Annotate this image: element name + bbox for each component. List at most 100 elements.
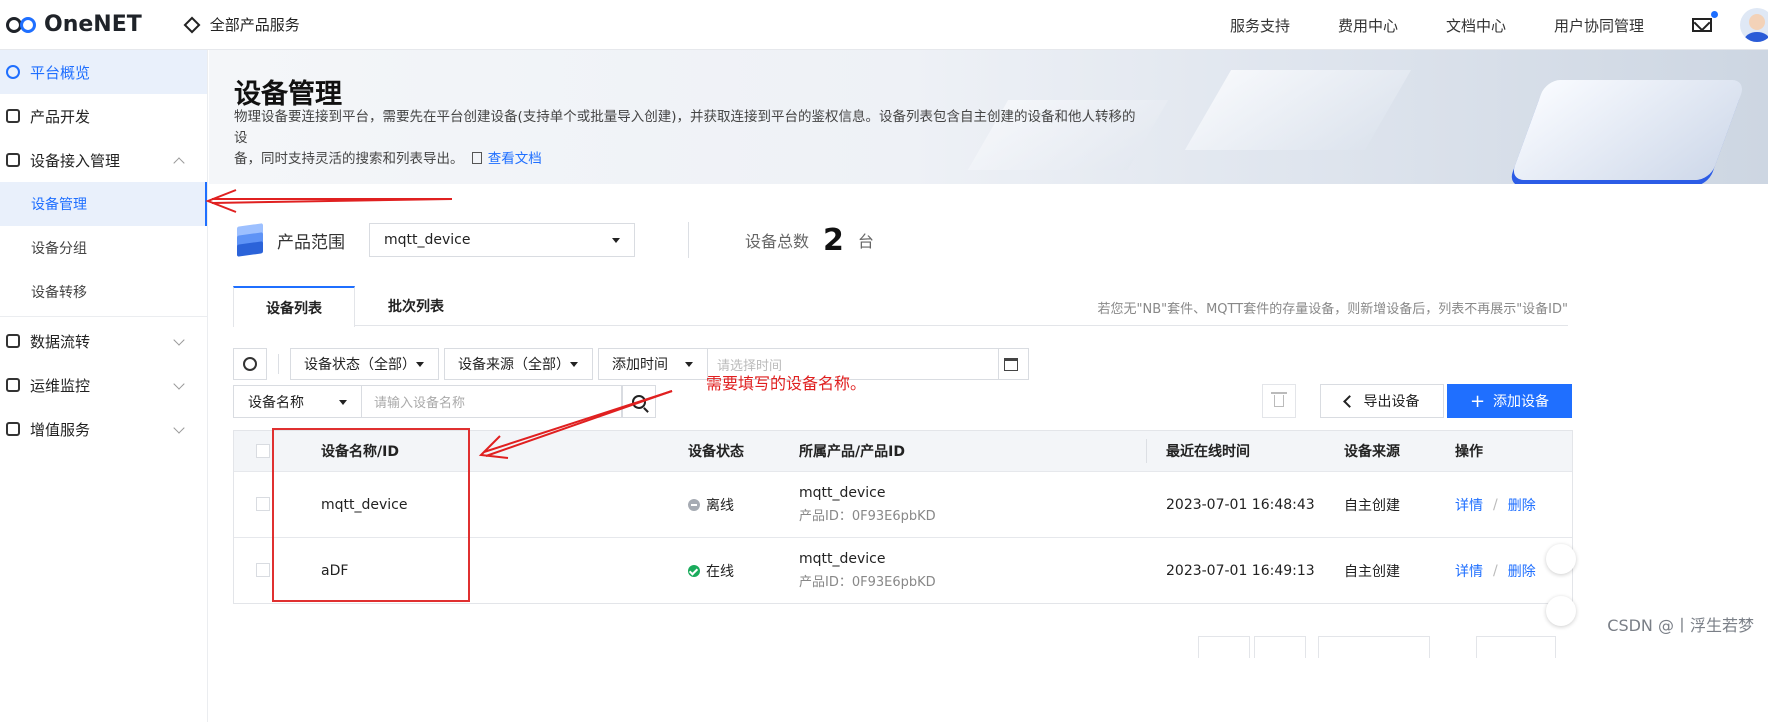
chevron-down-icon	[173, 378, 185, 390]
batch-delete-button[interactable]	[1262, 384, 1296, 418]
device-total-unit: 台	[857, 232, 874, 251]
view-docs-link[interactable]: 查看文档	[488, 151, 542, 167]
row-checkbox[interactable]	[256, 497, 270, 511]
device-total: 设备总数 2 台	[745, 222, 874, 258]
delete-link[interactable]: 删除	[1508, 561, 1536, 581]
nav-billing-center[interactable]: 费用中心	[1338, 15, 1398, 36]
device-status-text: 在线	[706, 563, 734, 580]
nav-docs-center[interactable]: 文档中心	[1446, 15, 1506, 36]
nav-user-collab[interactable]: 用户协同管理	[1554, 15, 1644, 36]
sidebar-subitem-device-group[interactable]: 设备分组	[0, 226, 207, 270]
caret-down-icon	[612, 238, 620, 243]
action-separator: /	[1493, 562, 1498, 579]
banner-decoration	[1184, 70, 1412, 150]
sidebar-item-label: 平台概览	[30, 63, 91, 82]
col-header-status: 设备状态	[688, 444, 744, 460]
tab-device-list[interactable]: 设备列表	[233, 286, 355, 327]
product-id: 产品ID：0F93E6pbKD	[799, 575, 936, 590]
device-product: mqtt_device 产品ID：0F93E6pbKD	[799, 538, 936, 603]
top-bar: OneNET 全部产品服务 服务支持 费用中心 文档中心 用户协同管理	[0, 0, 1768, 50]
search-button[interactable]	[622, 385, 656, 418]
export-devices-button[interactable]: 导出设备	[1320, 384, 1444, 418]
page-size-select[interactable]	[1318, 636, 1430, 658]
product-scope-value: mqtt_device	[384, 232, 471, 248]
divider	[278, 354, 279, 374]
product-name: mqtt_device	[799, 551, 886, 567]
device-icon	[6, 153, 20, 167]
device-product: mqtt_device 产品ID：0F93E6pbKD	[799, 472, 936, 537]
trash-icon	[1271, 392, 1287, 407]
sidebar-divider	[0, 316, 207, 317]
sidebar-item-label: 数据流转	[30, 332, 91, 351]
add-device-label: 添加设备	[1493, 394, 1550, 410]
page-description: 物理设备要连接到平台，需要先在平台创建设备(支持单个或批量导入创建)，并获取连接…	[234, 107, 1149, 170]
sidebar-subitem-device-transfer[interactable]: 设备转移	[0, 270, 207, 314]
device-status-filter-value: 设备状态（全部）	[304, 357, 416, 373]
time-type-select[interactable]: 添加时间	[598, 348, 708, 380]
caret-down-icon	[416, 362, 424, 367]
tab-batch-list[interactable]: 批次列表	[355, 286, 477, 326]
overview-icon	[6, 65, 20, 79]
help-button[interactable]	[1546, 596, 1576, 626]
highlight-box	[272, 428, 470, 602]
page-jump-input[interactable]	[1476, 636, 1556, 658]
sidebar-item-dataflow[interactable]: 数据流转	[0, 319, 207, 363]
product-id: 产品ID：0F93E6pbKD	[799, 509, 936, 524]
col-header-product: 所属产品/产品ID	[799, 444, 905, 460]
feedback-edit-button[interactable]	[1546, 544, 1576, 574]
last-online-time: 2023-07-01 16:49:13	[1166, 562, 1315, 579]
document-icon	[471, 152, 482, 164]
page-banner: 设备管理 物理设备要连接到平台，需要先在平台创建设备(支持单个或批量导入创建)，…	[209, 50, 1768, 184]
cube-icon	[6, 109, 20, 123]
caret-down-icon	[339, 400, 347, 405]
detail-link[interactable]: 详情	[1455, 561, 1483, 581]
calendar-icon[interactable]	[1004, 358, 1018, 371]
device-status-filter[interactable]: 设备状态（全部）	[290, 348, 439, 380]
column-settings-button[interactable]	[233, 348, 267, 380]
last-online-time: 2023-07-01 16:48:43	[1166, 496, 1315, 513]
sidebar-item-label: 产品开发	[30, 107, 91, 126]
row-actions: 详情 / 删除	[1455, 472, 1536, 537]
delete-link[interactable]: 删除	[1508, 495, 1536, 515]
offline-status-icon	[688, 498, 700, 511]
column-divider	[1146, 439, 1147, 463]
sidebar-subitem-device-management[interactable]: 设备管理	[0, 182, 207, 226]
search-field-select[interactable]: 设备名称	[233, 385, 362, 418]
device-total-count: 2	[823, 222, 844, 258]
divider	[688, 222, 689, 258]
sidebar-item-monitor[interactable]: 运维监控	[0, 363, 207, 407]
col-header-source: 设备来源	[1344, 444, 1400, 460]
sidebar-item-device-access[interactable]: 设备接入管理	[0, 138, 207, 182]
export-label: 导出设备	[1363, 394, 1420, 410]
watermark: CSDN @丨浮生若梦	[1607, 616, 1754, 635]
add-device-button[interactable]: + 添加设备	[1447, 384, 1572, 418]
detail-link[interactable]: 详情	[1455, 495, 1483, 515]
product-scope-select[interactable]: mqtt_device	[369, 223, 635, 257]
onenet-logo[interactable]: OneNET	[6, 12, 142, 37]
plane-icon	[6, 422, 20, 436]
product-scope-label: 产品范围	[277, 232, 345, 253]
mail-icon[interactable]	[1692, 11, 1718, 32]
sidebar-item-product-dev[interactable]: 产品开发	[0, 94, 207, 138]
device-name-search-input[interactable]: 请输入设备名称	[362, 385, 622, 418]
avatar[interactable]	[1740, 8, 1768, 42]
device-status-text: 离线	[706, 497, 734, 514]
pagination-control[interactable]	[1254, 636, 1306, 658]
chevron-up-icon	[173, 157, 185, 169]
nav-service-support[interactable]: 服务支持	[1230, 15, 1290, 36]
caret-down-icon	[570, 362, 578, 367]
search-icon	[632, 394, 646, 409]
sidebar-item-overview[interactable]: 平台概览	[0, 50, 207, 94]
device-source: 自主创建	[1344, 497, 1400, 514]
sidebar-item-label: 增值服务	[30, 420, 91, 439]
select-all-checkbox[interactable]	[256, 444, 270, 458]
pagination-control[interactable]	[1198, 636, 1250, 658]
all-products-menu[interactable]: 全部产品服务	[183, 14, 300, 35]
monitor-icon	[6, 378, 20, 392]
sidebar-item-value-added[interactable]: 增值服务	[0, 407, 207, 451]
export-icon	[1342, 394, 1356, 408]
device-source-filter[interactable]: 设备来源（全部）	[444, 348, 593, 380]
row-checkbox[interactable]	[256, 563, 270, 577]
row-actions: 详情 / 删除	[1455, 538, 1536, 603]
logo-text: OneNET	[44, 12, 142, 37]
